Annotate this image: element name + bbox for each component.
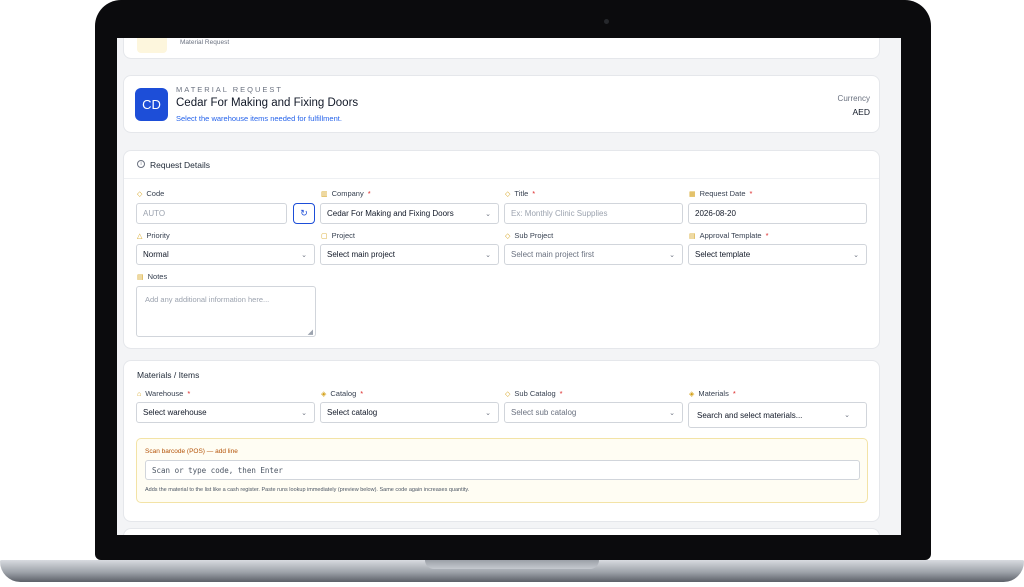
avatar: CD <box>135 88 168 121</box>
chevron-down-icon: ⌄ <box>669 252 675 259</box>
header-strip-icon <box>137 38 167 53</box>
currency-value: AED <box>852 107 870 117</box>
project-select[interactable]: Select main project ⌄ <box>320 244 499 265</box>
request-date-label: ▦ Request Date * <box>689 189 753 198</box>
sub-project-label: ◇ Sub Project <box>505 231 554 240</box>
laptop-notch <box>425 560 599 569</box>
refresh-icon: ↻ <box>300 208 308 218</box>
tag-icon: ◇ <box>137 191 143 198</box>
info-icon: i <box>137 160 145 168</box>
warehouse-select[interactable]: Select warehouse ⌄ <box>136 402 315 423</box>
app-screen: Material Request CD MATERIAL REQUEST Ced… <box>117 38 901 535</box>
next-section-card <box>123 528 880 535</box>
chevron-down-icon: ⌄ <box>301 410 307 417</box>
catalog-icon: ◈ <box>321 391 327 398</box>
laptop-frame: Material Request CD MATERIAL REQUEST Ced… <box>0 0 1024 587</box>
code-label: ◇ Code <box>137 189 165 198</box>
currency-label: Currency <box>837 94 870 103</box>
chevron-down-icon: ⌄ <box>853 252 859 259</box>
building-icon: ▥ <box>321 191 328 198</box>
chevron-down-icon: ⌄ <box>485 211 491 218</box>
request-title: Cedar For Making and Fixing Doors <box>176 97 359 109</box>
company-select[interactable]: Cedar For Making and Fixing Doors ⌄ <box>320 203 499 224</box>
priority-select[interactable]: Normal ⌄ <box>136 244 315 265</box>
request-date-input[interactable]: 2026-08-20 <box>688 203 867 224</box>
camera-icon <box>604 19 609 24</box>
notes-label: ▤ Notes <box>137 272 168 281</box>
flag-icon: △ <box>137 233 143 240</box>
materials-heading: Materials / Items <box>137 370 200 380</box>
warehouse-label: ⌂ Warehouse * <box>137 389 191 398</box>
materials-search-select[interactable]: Search and select materials... ⌄ <box>688 402 867 428</box>
request-subtitle: Select the warehouse items needed for fu… <box>176 114 342 123</box>
notes-placeholder: Add any additional information here... <box>145 295 270 304</box>
layers-icon: ◇ <box>505 233 511 240</box>
scan-barcode-title: Scan barcode (POS) — add line <box>145 448 238 455</box>
code-input[interactable]: AUTO <box>136 203 287 224</box>
chevron-down-icon: ⌄ <box>485 410 491 417</box>
box-icon: ◈ <box>689 391 695 398</box>
request-summary-card: CD MATERIAL REQUEST Cedar For Making and… <box>123 75 880 133</box>
eyebrow-label: MATERIAL REQUEST <box>176 85 284 94</box>
scan-barcode-panel: Scan barcode (POS) — add line Scan or ty… <box>136 438 868 503</box>
header-strip: Material Request <box>123 38 880 59</box>
catalog-select[interactable]: Select catalog ⌄ <box>320 402 499 423</box>
warehouse-icon: ⌂ <box>137 391 142 398</box>
approval-template-select[interactable]: Select template ⌄ <box>688 244 867 265</box>
regenerate-code-button[interactable]: ↻ <box>293 203 315 224</box>
chevron-down-icon: ⌄ <box>844 412 850 419</box>
project-label: ▢ Project <box>321 231 355 240</box>
text-icon: ◇ <box>505 191 511 198</box>
clipboard-icon: ▤ <box>689 233 696 240</box>
details-heading: Request Details <box>150 160 211 170</box>
folder-icon: ▢ <box>321 233 328 240</box>
resize-handle-icon[interactable]: ◢ <box>308 328 313 336</box>
catalog-label: ◈ Catalog * <box>321 389 364 398</box>
notes-textarea[interactable]: Add any additional information here... ◢ <box>136 286 316 337</box>
priority-label: △ Priority <box>137 231 170 240</box>
company-label: ▥ Company * <box>321 189 371 198</box>
title-label: ◇ Title * <box>505 189 536 198</box>
sub-catalog-icon: ◇ <box>505 391 511 398</box>
approval-template-label: ▤ Approval Template * <box>689 231 769 240</box>
header-strip-label: Material Request <box>180 39 230 46</box>
chevron-down-icon: ⌄ <box>669 410 675 417</box>
sub-project-select[interactable]: Select main project first ⌄ <box>504 244 683 265</box>
title-input[interactable]: Ex: Monthly Clinic Supplies <box>504 203 683 224</box>
chevron-down-icon: ⌄ <box>301 252 307 259</box>
sub-catalog-select[interactable]: Select sub catalog ⌄ <box>504 402 683 423</box>
chevron-down-icon: ⌄ <box>485 252 491 259</box>
note-icon: ▤ <box>137 274 144 281</box>
materials-label: ◈ Materials * <box>689 389 736 398</box>
sub-catalog-label: ◇ Sub Catalog * <box>505 389 563 398</box>
calendar-icon: ▦ <box>689 191 696 198</box>
details-divider <box>124 178 879 179</box>
scan-barcode-input[interactable]: Scan or type code, then Enter <box>145 460 860 480</box>
scan-barcode-help: Adds the material to the list like a cas… <box>145 487 470 493</box>
